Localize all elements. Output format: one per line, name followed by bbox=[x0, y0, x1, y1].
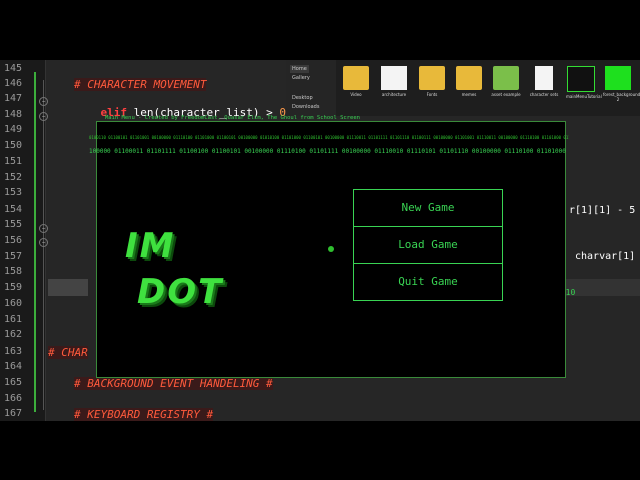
line-number: 165 bbox=[4, 377, 23, 388]
letterbox-bottom bbox=[0, 421, 640, 480]
line-number: 158 bbox=[4, 266, 23, 277]
line-number: 167 bbox=[4, 408, 23, 419]
line-number: 146 bbox=[4, 78, 23, 89]
file-name: mainMenuTutorial bbox=[566, 94, 602, 99]
image-thumbnail-icon bbox=[605, 66, 631, 90]
folder-icon bbox=[493, 66, 519, 90]
line-number: 156 bbox=[4, 235, 23, 246]
sidebar-item-desktop[interactable]: Desktop bbox=[290, 94, 315, 102]
file-name: memes bbox=[461, 92, 477, 97]
line-number: 155 bbox=[4, 219, 23, 230]
code-comment-background-events: # BACKGROUND EVENT HANDELING # bbox=[74, 377, 273, 390]
line-number: 150 bbox=[4, 140, 23, 151]
file-name: Video bbox=[350, 92, 362, 97]
file-icon bbox=[381, 66, 407, 90]
line-number: 164 bbox=[4, 361, 23, 372]
file-item[interactable]: forest_background 2 bbox=[603, 66, 640, 102]
sidebar-item-home[interactable]: Home bbox=[290, 65, 309, 73]
change-marker-bar bbox=[34, 72, 36, 412]
code-fragment: charvar[1] bbox=[575, 251, 636, 262]
fold-toggle-icon[interactable]: − bbox=[39, 97, 48, 106]
code-comment-keyboard-registry: # KEYBOARD REGISTRY # bbox=[74, 408, 214, 421]
game-logo-line1: IM bbox=[125, 226, 176, 266]
line-number: 166 bbox=[4, 393, 23, 404]
line-number: 160 bbox=[4, 298, 23, 309]
code-comment-character-movement: # CHARACTER MOVEMENT bbox=[74, 78, 207, 91]
file-name: character sets bbox=[529, 92, 559, 97]
line-number: 163 bbox=[4, 346, 23, 357]
current-line-highlight bbox=[48, 279, 88, 296]
game-window-title: Main Menu - Created by FreedomCast, Quas… bbox=[105, 115, 360, 121]
line-number: 161 bbox=[4, 314, 23, 325]
file-name: forest_background 2 bbox=[603, 92, 640, 102]
fold-toggle-icon[interactable]: − bbox=[39, 238, 48, 247]
image-thumbnail-icon bbox=[567, 66, 595, 92]
binary-scroll-text: 0100110 01100101 01101001 00100000 01110… bbox=[89, 135, 569, 140]
line-number: 162 bbox=[4, 329, 23, 340]
line-number: 154 bbox=[4, 204, 23, 215]
new-game-button[interactable]: New Game bbox=[353, 189, 503, 227]
file-item[interactable]: Video bbox=[341, 66, 371, 97]
line-number: 148 bbox=[4, 109, 23, 120]
file-item[interactable]: character sets bbox=[529, 66, 559, 97]
main-menu: New Game Load Game Quit Game bbox=[353, 189, 503, 301]
file-item[interactable]: Fonts bbox=[417, 66, 447, 97]
folder-icon bbox=[456, 66, 482, 90]
current-line-highlight bbox=[566, 279, 640, 296]
line-number: 145 bbox=[4, 63, 23, 74]
line-number: 147 bbox=[4, 93, 23, 104]
sidebar-item-downloads[interactable]: Downloads bbox=[290, 103, 321, 111]
line-number: 153 bbox=[4, 187, 23, 198]
load-game-button[interactable]: Load Game bbox=[353, 226, 503, 264]
file-icon bbox=[535, 66, 553, 90]
line-number: 149 bbox=[4, 124, 23, 135]
file-name: asset example bbox=[491, 92, 521, 97]
file-explorer-window[interactable]: Home Gallery Desktop Downloads Video arc… bbox=[286, 60, 640, 116]
file-name: Fonts bbox=[426, 92, 438, 97]
quit-game-button[interactable]: Quit Game bbox=[353, 263, 503, 301]
file-name: architecture bbox=[381, 92, 407, 97]
explorer-sidebar: Home Gallery Desktop Downloads bbox=[286, 60, 336, 116]
letterbox-top bbox=[0, 0, 640, 60]
folder-icon bbox=[419, 66, 445, 90]
file-item[interactable]: architecture bbox=[379, 66, 409, 97]
code-comment-char: # CHAR bbox=[48, 346, 88, 359]
file-item[interactable]: memes bbox=[454, 66, 484, 97]
player-dot bbox=[328, 246, 334, 252]
sidebar-item-gallery[interactable]: Gallery bbox=[290, 74, 312, 82]
code-fragment: r[1][1] - 5 bbox=[569, 205, 636, 216]
file-item[interactable]: asset example bbox=[491, 66, 521, 97]
line-number: 159 bbox=[4, 282, 23, 293]
file-item[interactable]: mainMenuTutorial bbox=[566, 66, 602, 99]
fold-toggle-icon[interactable]: − bbox=[39, 224, 48, 233]
line-number: 152 bbox=[4, 172, 23, 183]
folder-icon bbox=[343, 66, 369, 90]
game-window[interactable]: Main Menu - Created by FreedomCast, Quas… bbox=[89, 115, 569, 378]
binary-scroll-text: 100000 01100011 01101111 01100100 011001… bbox=[89, 148, 569, 155]
game-logo-line2: DOT bbox=[137, 272, 224, 312]
line-number: 151 bbox=[4, 156, 23, 167]
line-number: 157 bbox=[4, 251, 23, 262]
fold-toggle-icon[interactable]: − bbox=[39, 112, 48, 121]
